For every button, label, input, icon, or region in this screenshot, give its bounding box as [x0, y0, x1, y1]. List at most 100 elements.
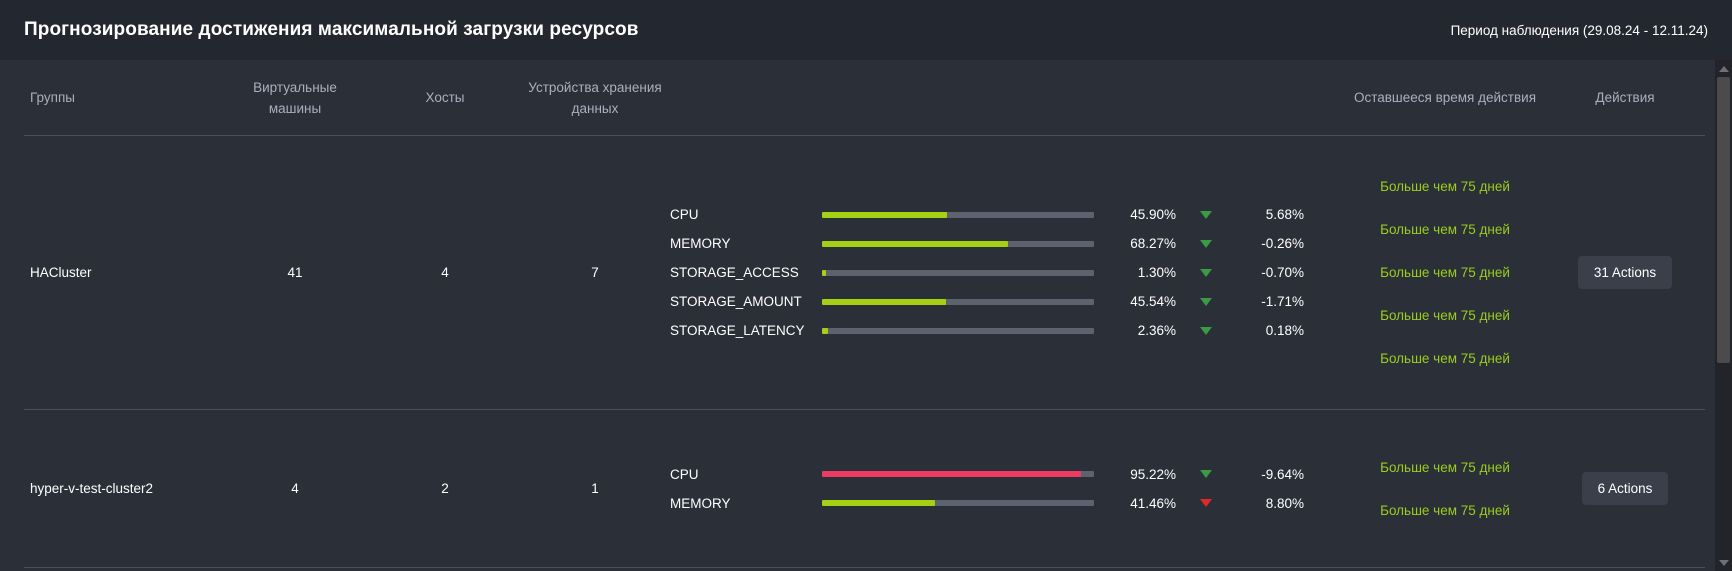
cell-host-count: 2 [441, 481, 449, 496]
table-row: hyper-v-test-cluster2 4 2 1 CPU 95.22% -9.64% M… [24, 410, 1705, 568]
cell-storage-count: 1 [591, 481, 599, 496]
remaining-time-list: Больше чем 75 дней Больше чем 75 дней Боль… [1345, 176, 1545, 369]
remaining-time-value: Больше чем 75 дней [1380, 502, 1510, 518]
cell-group-name: hyper-v-test-cluster2 [30, 481, 154, 496]
forecast-table: Группы Виртуальные машины Хосты Устройст… [0, 60, 1715, 571]
triangle-down-icon [1200, 499, 1212, 507]
remaining-time-value: Больше чем 75 дней [1380, 459, 1510, 475]
remaining-time-value: Больше чем 75 дней [1380, 265, 1510, 280]
triangle-down-icon [1200, 239, 1212, 248]
metric-progress-fill [822, 500, 935, 506]
metric-delta: -1.71% [1261, 294, 1304, 309]
metric-progress-fill [822, 298, 946, 305]
remaining-time-value: Больше чем 75 дней [1380, 179, 1510, 194]
metric-value: 68.27% [1130, 236, 1176, 251]
metric-progress-track [822, 211, 1094, 218]
triangle-down-icon [1200, 210, 1212, 219]
cell-vm-count: 4 [291, 481, 299, 496]
column-header-hosts[interactable]: Хосты [370, 87, 520, 108]
triangle-down-icon [1200, 470, 1212, 478]
table-rows-container: HACluster 41 4 7 CPU 45.90% 5.68% MEMORY 68.27% -… [24, 136, 1705, 568]
column-header-storage[interactable]: Устройства хранения данных [520, 77, 670, 119]
column-header-vms[interactable]: Виртуальные машины [220, 77, 370, 119]
triangle-down-icon [1200, 326, 1212, 335]
metric-delta: -0.26% [1261, 236, 1304, 251]
metric-value: 95.22% [1130, 466, 1176, 482]
scroll-up-button[interactable] [1715, 60, 1732, 77]
metric-trend-arrow [1176, 210, 1236, 219]
metric-name: MEMORY [670, 236, 731, 251]
actions-button[interactable]: 31 Actions [1577, 256, 1673, 289]
metric-name: STORAGE_ACCESS [670, 265, 799, 280]
metric-name: STORAGE_AMOUNT [670, 294, 802, 309]
metric-progress-track [822, 269, 1094, 276]
metric-delta: -9.64% [1261, 466, 1304, 482]
metric-name: MEMORY [670, 495, 731, 511]
metric-value: 45.90% [1130, 207, 1176, 222]
remaining-time-value: Больше чем 75 дней [1380, 351, 1510, 366]
metric-name: STORAGE_LATENCY [670, 323, 805, 338]
metric-row: CPU 95.22% -9.64% [670, 460, 1345, 489]
metric-progress-fill [822, 211, 947, 218]
vertical-scrollbar[interactable] [1715, 60, 1732, 571]
remaining-time-list: Больше чем 75 дней Больше чем 75 дней [1345, 457, 1545, 521]
metric-trend-arrow [1176, 239, 1236, 248]
metric-trend-arrow [1176, 470, 1236, 478]
cell-storage-count: 7 [591, 265, 599, 280]
metric-progress-fill [822, 269, 826, 276]
metric-row: MEMORY 68.27% -0.26% [670, 229, 1345, 258]
triangle-up-icon [1718, 65, 1729, 72]
triangle-down-icon [1200, 268, 1212, 277]
page-header: Прогнозирование достижения максимальной … [0, 0, 1732, 60]
metric-trend-arrow [1176, 268, 1236, 277]
metric-trend-arrow [1176, 297, 1236, 306]
table-body-wrapper: Группы Виртуальные машины Хосты Устройст… [0, 60, 1732, 571]
metric-progress-track [822, 471, 1094, 477]
metric-value: 1.30% [1137, 265, 1176, 280]
metric-name: CPU [670, 207, 699, 222]
actions-button[interactable]: 6 Actions [1581, 472, 1669, 505]
triangle-down-icon [1200, 297, 1212, 306]
metric-trend-arrow [1176, 326, 1236, 335]
metrics-list: CPU 45.90% 5.68% MEMORY 68.27% -0.26% STORAGE_… [670, 200, 1345, 345]
remaining-time-value: Больше чем 75 дней [1380, 222, 1510, 237]
metric-progress-track [822, 327, 1094, 334]
remaining-time-value: Больше чем 75 дней [1380, 308, 1510, 323]
actions-cell: 6 Actions [1545, 472, 1705, 505]
metric-delta: 8.80% [1265, 495, 1304, 511]
metric-delta: 5.68% [1265, 207, 1304, 222]
metric-name: CPU [670, 466, 699, 482]
metric-value: 41.46% [1130, 495, 1176, 511]
metric-progress-track [822, 240, 1094, 247]
column-header-remaining[interactable]: Оставшееся время действия [1345, 87, 1545, 108]
actions-cell: 31 Actions [1545, 256, 1705, 289]
metric-row: CPU 45.90% 5.68% [670, 200, 1345, 229]
metrics-list: CPU 95.22% -9.64% MEMORY 41.46% 8.80% [670, 460, 1345, 518]
observation-period-label: Период наблюдения (29.08.24 - 12.11.24) [1450, 22, 1708, 38]
table-header-row: Группы Виртуальные машины Хосты Устройст… [24, 60, 1705, 136]
metric-delta: 0.18% [1265, 323, 1304, 338]
column-header-groups[interactable]: Группы [24, 87, 220, 108]
metric-progress-fill [822, 471, 1081, 477]
metric-value: 2.36% [1137, 323, 1176, 338]
cell-host-count: 4 [441, 265, 449, 280]
metric-progress-fill [822, 240, 1008, 247]
scrollbar-thumb[interactable] [1717, 77, 1730, 364]
scrollbar-track[interactable] [1717, 77, 1730, 554]
metric-trend-arrow [1176, 499, 1236, 507]
metric-progress-fill [822, 327, 829, 334]
cell-group-name: HACluster [30, 265, 92, 280]
metric-progress-track [822, 500, 1094, 506]
metric-row: STORAGE_ACCESS 1.30% -0.70% [670, 258, 1345, 287]
table-row: HACluster 41 4 7 CPU 45.90% 5.68% MEMORY 68.27% -… [24, 136, 1705, 410]
metric-row: STORAGE_LATENCY 2.36% 0.18% [670, 316, 1345, 345]
triangle-down-icon [1718, 559, 1729, 566]
scroll-down-button[interactable] [1715, 554, 1732, 571]
metric-delta: -0.70% [1261, 265, 1304, 280]
metric-value: 45.54% [1130, 294, 1176, 309]
metric-row: STORAGE_AMOUNT 45.54% -1.71% [670, 287, 1345, 316]
cell-vm-count: 41 [287, 265, 303, 280]
metric-row: MEMORY 41.46% 8.80% [670, 489, 1345, 518]
column-header-actions[interactable]: Действия [1545, 87, 1705, 108]
metric-progress-track [822, 298, 1094, 305]
